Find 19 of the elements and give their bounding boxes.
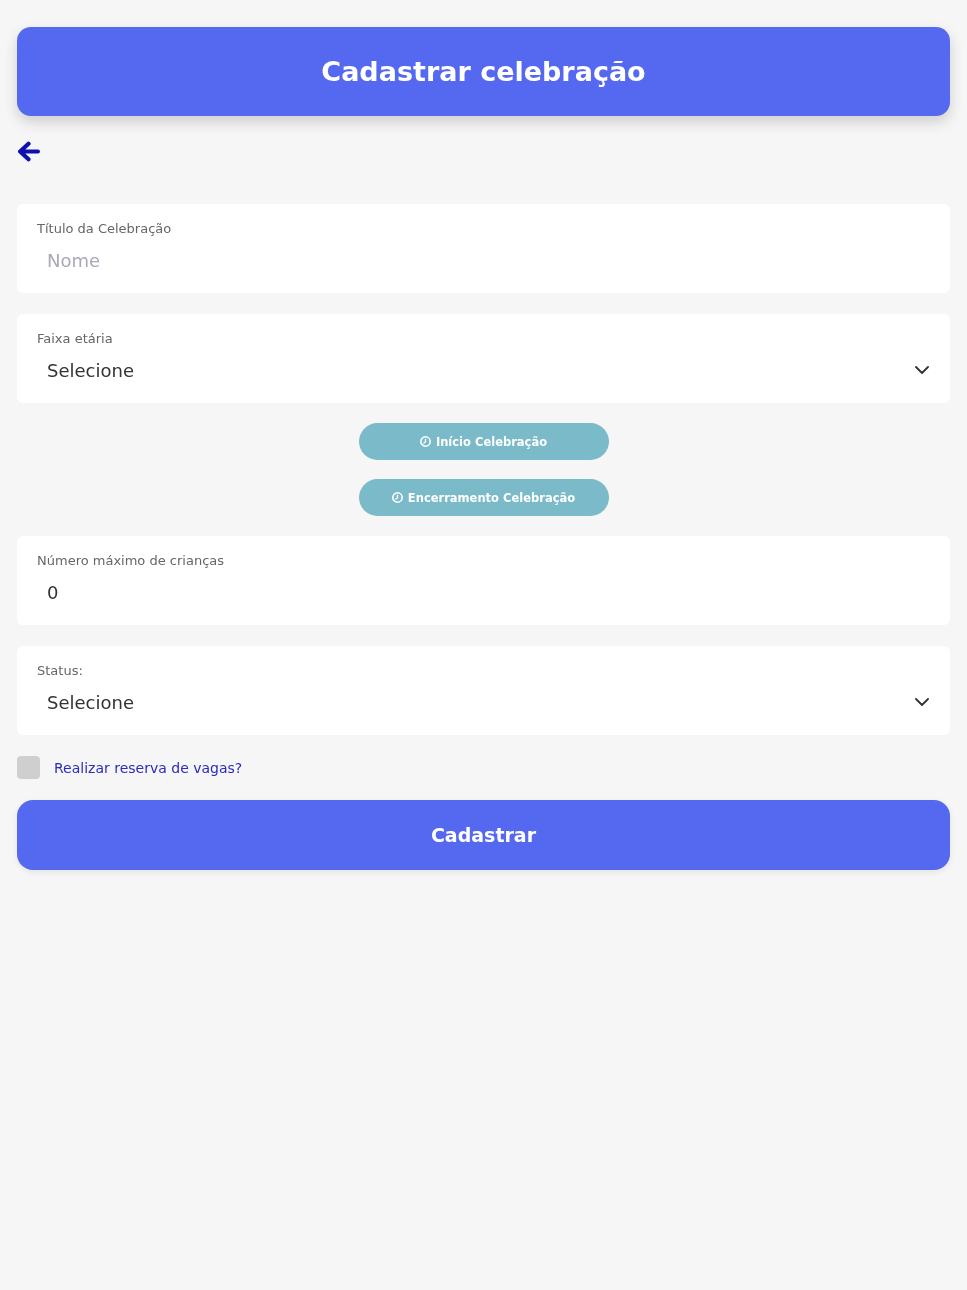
submit-button[interactable]: Cadastrar: [17, 800, 950, 870]
text-field[interactable]: Título da Celebração Nome: [17, 204, 950, 293]
chevron-down-icon: [915, 366, 929, 374]
field-label: Número máximo de crianças: [37, 552, 225, 570]
page-title: Cadastrar celebração: [321, 56, 646, 87]
input-field[interactable]: Nome: [37, 247, 940, 273]
input-field[interactable]: 0: [37, 579, 940, 605]
back-arrow-icon[interactable]: [17, 141, 40, 162]
clock-icon: [391, 492, 403, 503]
select-field[interactable]: Status: Selecione: [17, 646, 950, 735]
text-field[interactable]: Número máximo de crianças 0: [17, 536, 950, 625]
clock-icon: [419, 436, 431, 447]
select-field[interactable]: Faixa etária Selecione: [17, 314, 950, 403]
checkbox[interactable]: [17, 756, 40, 779]
field-label: Título da Celebração: [37, 220, 172, 238]
field-label: Status:: [37, 662, 83, 680]
checkbox-label[interactable]: Realizar reserva de vagas?: [54, 759, 243, 776]
chevron-down-icon: [915, 698, 929, 706]
field-label: Faixa etária: [37, 330, 113, 348]
